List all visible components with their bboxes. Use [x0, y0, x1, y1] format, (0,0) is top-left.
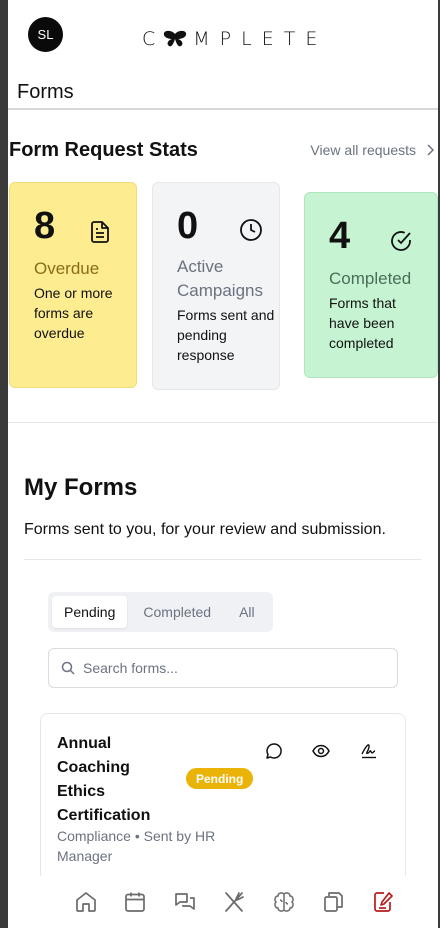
clock-icon: [240, 219, 262, 241]
page-header: Forms: [8, 78, 438, 110]
my-forms-subtitle: Forms sent to you, for your review and s…: [24, 521, 386, 538]
stat-number: 4: [329, 215, 351, 257]
eye-icon[interactable]: [312, 742, 330, 760]
copy-icon: [324, 892, 344, 912]
stat-label: Completed: [329, 269, 412, 288]
logo: C MPLETE: [142, 27, 327, 51]
nav-documents[interactable]: [309, 884, 359, 920]
status-badge: Pending: [186, 768, 254, 789]
tab-completed[interactable]: Completed: [131, 596, 223, 628]
chat-icon: [174, 893, 195, 910]
my-forms-divider: [24, 559, 421, 560]
document-icon: [91, 221, 109, 243]
comment-icon[interactable]: [265, 742, 283, 760]
edit-form-icon: [373, 892, 393, 912]
stat-description: Forms sent and pending response: [177, 307, 275, 363]
nav-forms[interactable]: [358, 884, 408, 920]
home-icon: [75, 892, 96, 912]
stat-card-overdue[interactable]: 8 Overdue One or more forms are overdue: [9, 182, 137, 388]
stat-card-completed[interactable]: 4 Completed Forms that have been complet…: [304, 192, 438, 378]
logo-letter-c: C: [142, 28, 166, 50]
search-box: [48, 648, 398, 688]
butterfly-icon: [164, 30, 187, 47]
logo-rest: MPLETE: [193, 28, 328, 50]
stat-label: Active Campaigns: [177, 257, 263, 300]
tab-all[interactable]: All: [227, 596, 267, 628]
nav-home[interactable]: [61, 884, 111, 920]
search-input[interactable]: [83, 660, 373, 676]
nav-chat[interactable]: [160, 884, 210, 920]
bottom-navigation: [8, 876, 438, 928]
my-forms-title: My Forms: [24, 474, 138, 501]
view-all-label: View all requests: [310, 142, 416, 158]
nav-calendar[interactable]: [111, 884, 161, 920]
page-title: Forms: [17, 81, 74, 103]
stat-card-active-campaigns[interactable]: 0 Active Campaigns Forms sent and pendin…: [152, 182, 280, 390]
form-meta: Compliance • Sent by HR Manager: [57, 828, 216, 864]
chevron-right-icon: [427, 144, 434, 156]
calendar-icon: [125, 892, 146, 912]
utensils-icon: [225, 892, 245, 912]
brain-icon: [273, 892, 294, 912]
signature-icon[interactable]: [360, 742, 378, 760]
stats-title: Form Request Stats: [9, 139, 198, 161]
avatar[interactable]: SL: [28, 17, 63, 52]
nav-mind[interactable]: [259, 884, 309, 920]
top-bar: SL C MPLETE: [8, 0, 438, 78]
stat-number: 0: [177, 205, 199, 247]
check-circle-icon: [391, 231, 411, 251]
form-tabs: Pending Completed All: [48, 592, 273, 632]
stat-number: 8: [34, 205, 56, 247]
form-title: Annual Coaching Ethics Certification: [57, 735, 151, 824]
form-item-card[interactable]: Annual Coaching Ethics Certification Pen…: [40, 713, 406, 903]
search-icon: [61, 661, 75, 675]
stat-description: Forms that have been completed: [329, 295, 396, 351]
stat-description: One or more forms are overdue: [34, 285, 113, 341]
nav-nutrition[interactable]: [210, 884, 260, 920]
avatar-initials: SL: [37, 27, 54, 42]
stats-header: Form Request Stats View all requests: [8, 136, 438, 166]
view-all-requests-link[interactable]: View all requests: [310, 142, 434, 158]
app-frame: SL C MPLETE Forms Form Request Stats Vie…: [8, 0, 438, 928]
stat-label: Overdue: [34, 259, 100, 278]
section-divider: [8, 422, 438, 423]
tab-pending[interactable]: Pending: [52, 596, 128, 628]
